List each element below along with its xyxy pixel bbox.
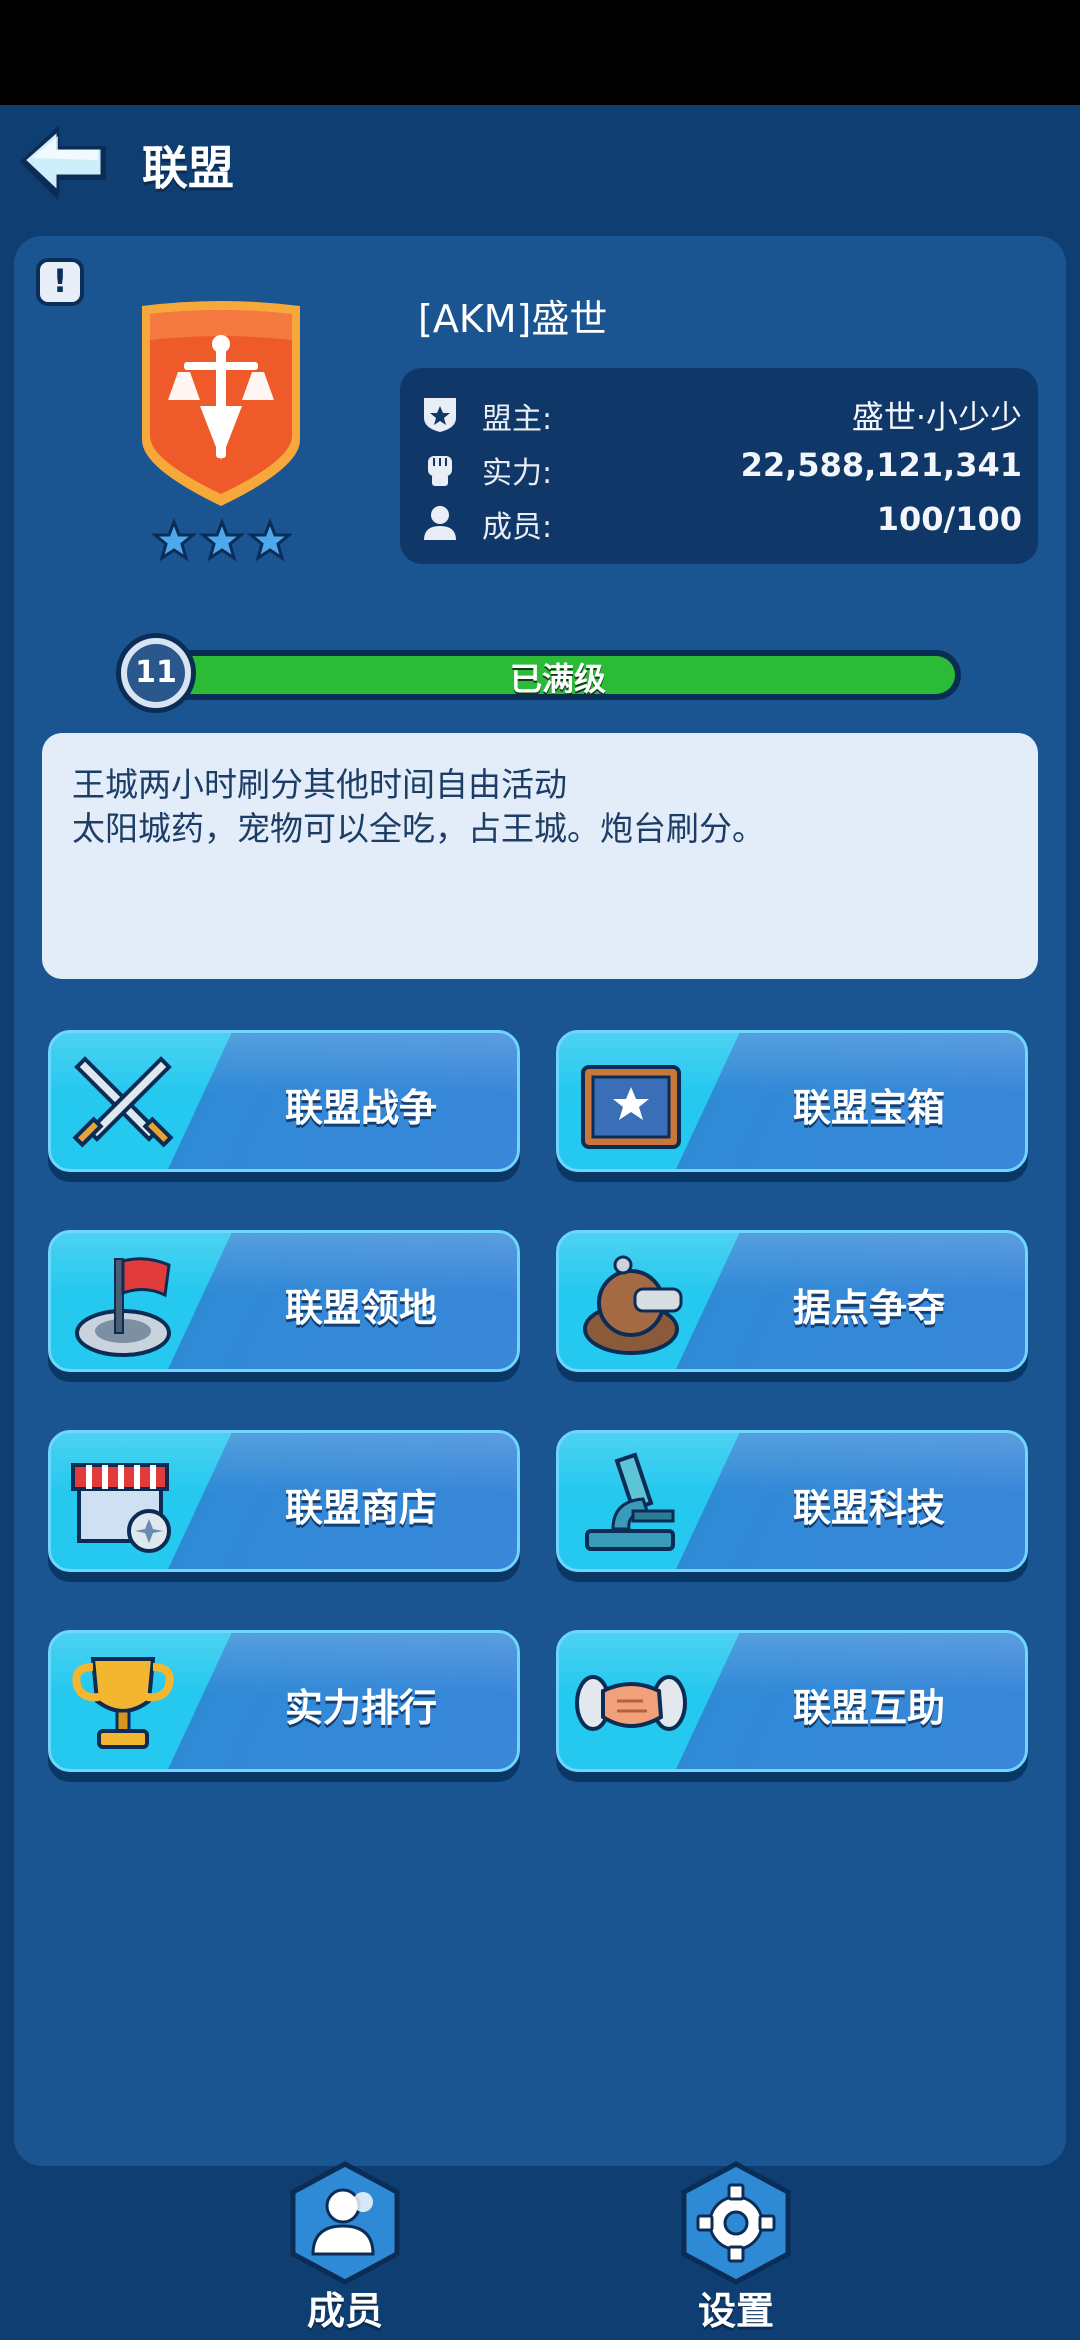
settings-nav-button[interactable]: 设置 [666,2160,806,2340]
guild-shop-button[interactable]: 联盟商店 [48,1430,520,1582]
guild-info-box: 盟主: 盛世·小少少 实力: 22,588,121,341 成员: 100/10… [400,368,1038,564]
members-label: 成员: [482,510,553,545]
guild-chest-label: 联盟宝箱 [792,1086,945,1130]
crossed-swords-icon [72,1056,174,1148]
guild-war-label: 联盟战争 [284,1086,437,1130]
member-person-icon [424,506,456,540]
guild-announcement: 王城两小时刷分其他时间自由活动 太阳城药，宠物可以全吃，占王城。炮台刷分。 [42,733,1038,979]
back-arrow-icon [20,126,106,200]
stronghold-cannon-icon [583,1255,683,1355]
members-icon [290,2161,400,2285]
announcement-line-2: 太阳城药，宠物可以全吃，占王城。炮台刷分。 [72,809,765,848]
leader-value: 盛世·小少少 [851,398,1022,436]
stronghold-contest-label: 据点争夺 [792,1286,945,1330]
leader-row: 盟主: 盛世·小少少 [400,386,1038,438]
microscope-icon [585,1452,675,1551]
guild-tech-button[interactable]: 联盟科技 [556,1430,1028,1582]
guild-stars [152,518,292,562]
info-alert-icon[interactable]: ! [36,258,84,306]
guild-chest-button[interactable]: 联盟宝箱 [556,1030,1028,1182]
guild-war-button[interactable]: 联盟战争 [48,1030,520,1182]
power-row: 实力: 22,588,121,341 [400,440,1038,492]
guild-territory-button[interactable]: 联盟领地 [48,1230,520,1382]
level-status: 已满级 [509,660,606,698]
level-badge: 11 [116,633,196,713]
members-value: 100/100 [876,500,1022,538]
fist-icon [428,456,452,486]
guild-emblem [142,301,300,506]
flag-territory-icon [75,1257,171,1357]
guild-help-button[interactable]: 联盟互助 [556,1630,1028,1782]
guild-territory-label: 联盟领地 [284,1286,437,1330]
system-status-bar [0,0,1080,105]
guild-name: [AKM]盛世 [418,297,608,341]
power-label: 实力: [482,456,553,491]
shop-stall-icon [71,1463,171,1553]
guild-shop-label: 联盟商店 [284,1486,437,1530]
members-row: 成员: 100/100 [400,494,1038,546]
back-button[interactable] [14,120,114,205]
guild-help-label: 联盟互助 [792,1686,945,1730]
power-ranking-button[interactable]: 实力排行 [48,1630,520,1782]
stronghold-contest-button[interactable]: 据点争夺 [556,1230,1028,1382]
power-value: 22,588,121,341 [740,446,1022,484]
guild-tech-label: 联盟科技 [792,1486,945,1530]
members-nav-button[interactable]: 成员 [275,2160,415,2340]
star-icon [152,518,292,562]
settings-nav-label: 设置 [697,2289,774,2333]
leader-shield-icon [424,398,456,432]
trophy-icon [72,1657,174,1749]
leader-label: 盟主: [482,402,553,437]
gear-icon [681,2161,791,2285]
announcement-line-1: 王城两小时刷分其他时间自由活动 [72,765,567,804]
page-title: 联盟 [142,141,234,195]
level-number: 11 [127,644,185,702]
treasure-chest-icon [581,1065,681,1149]
members-nav-label: 成员 [306,2289,383,2333]
handshake-icon [575,1675,687,1731]
guild-level-bar: 已满级 [155,650,961,700]
power-ranking-label: 实力排行 [284,1686,437,1730]
